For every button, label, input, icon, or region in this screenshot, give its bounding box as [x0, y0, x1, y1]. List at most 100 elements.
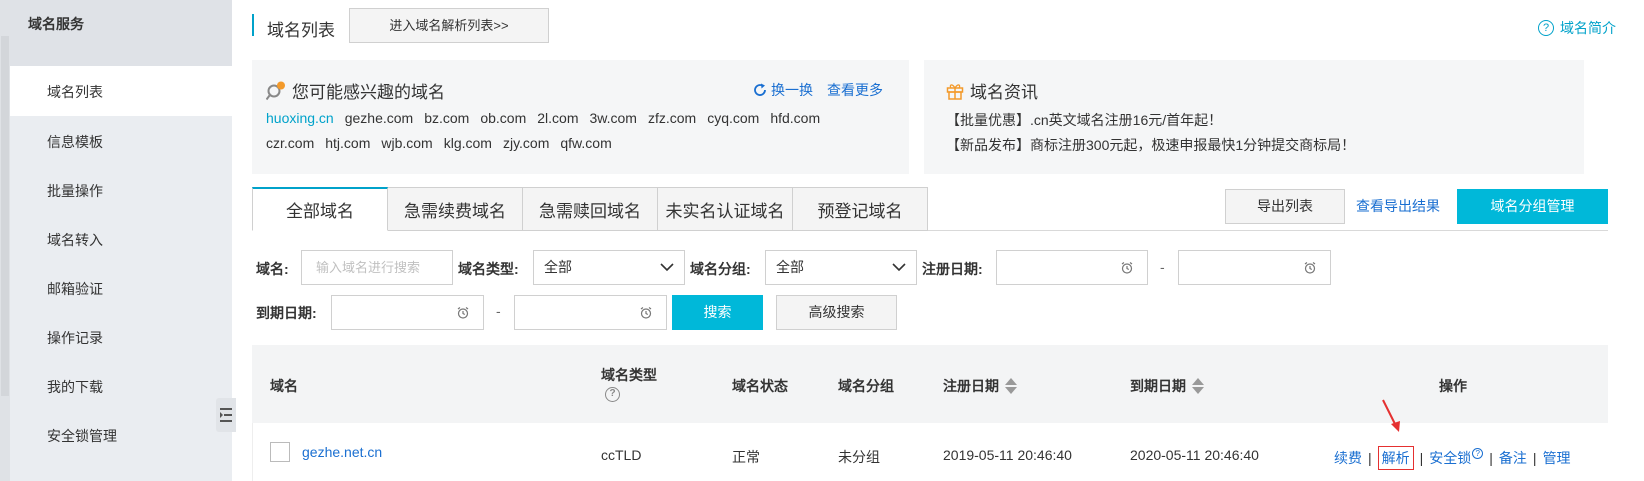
col-exp-date-label: 到期日期 — [1130, 378, 1186, 394]
page-title: 域名列表 — [267, 21, 335, 40]
sidebar: 域名服务 域名列表 信息模板 批量操作 域名转入 邮箱验证 操作记录 我的下载 … — [0, 0, 236, 481]
domain-filter-label: 域名: — [256, 261, 289, 277]
suggest-domain[interactable]: hfd.com — [770, 110, 820, 126]
news-item[interactable]: 【批量优惠】.cn英文域名注册16元/首年起！ — [946, 110, 1222, 130]
sidebar-item-email-verify[interactable]: 邮箱验证 — [10, 263, 232, 313]
sidebar-item-transfer-in[interactable]: 域名转入 — [10, 214, 232, 264]
sidebar-item-label: 操作记录 — [47, 330, 103, 346]
view-export-result-link[interactable]: 查看导出结果 — [1356, 196, 1440, 216]
domain-intro-link[interactable]: ? 域名简介 — [1538, 18, 1616, 38]
tab-preregistered[interactable]: 预登记域名 — [793, 187, 928, 231]
advanced-search-button[interactable]: 高级搜索 — [776, 295, 897, 330]
suggest-domain[interactable]: bz.com — [424, 110, 469, 126]
help-icon[interactable]: ? — [605, 387, 620, 402]
suggest-panel: 您可能感兴趣的域名 换一换 查看更多 huoxing.cn gezhe.com … — [252, 60, 909, 174]
group-select-value: 全部 — [776, 259, 804, 275]
sidebar-scrollbar[interactable] — [0, 0, 10, 481]
sidebar-item-label: 域名转入 — [47, 232, 103, 248]
sidebar-item-batch-ops[interactable]: 批量操作 — [10, 165, 232, 215]
suggest-domain[interactable]: cyq.com — [707, 110, 759, 126]
sidebar-item-label: 邮箱验证 — [47, 281, 103, 297]
reg-date-end[interactable] — [1178, 250, 1331, 285]
col-status: 域名状态 — [732, 378, 788, 394]
suggest-domain[interactable]: htj.com — [325, 135, 370, 151]
suggest-domain[interactable]: qfw.com — [560, 135, 611, 151]
suggest-domain[interactable]: huoxing.cn — [266, 110, 334, 126]
suggest-domain[interactable]: 2l.com — [537, 110, 578, 126]
sidebar-header: 域名服务 — [10, 0, 232, 66]
group-select[interactable]: 全部 — [765, 250, 917, 285]
suggest-domain[interactable]: klg.com — [444, 135, 492, 151]
sidebar-collapse-button[interactable] — [216, 398, 236, 432]
col-type: 域名类型 — [601, 367, 657, 383]
enter-dns-list-button[interactable]: 进入域名解析列表>> — [349, 8, 549, 43]
action-separator: | — [1419, 450, 1424, 466]
action-separator: | — [1532, 450, 1537, 466]
sidebar-item-downloads[interactable]: 我的下载 — [10, 361, 232, 411]
sidebar-item-info-template[interactable]: 信息模板 — [10, 116, 232, 166]
news-panel: 域名资讯 【批量优惠】.cn英文域名注册16元/首年起！ 【新品发布】商标注册3… — [924, 60, 1584, 174]
suggest-row-2: czr.com htj.com wjb.com klg.com zjy.com … — [266, 135, 612, 151]
suggest-domain[interactable]: zjy.com — [503, 135, 549, 151]
help-icon: ? — [1472, 448, 1484, 459]
search-button[interactable]: 搜索 — [672, 295, 763, 330]
title-accent-bar — [252, 14, 254, 36]
manage-link[interactable]: 管理 — [1543, 448, 1571, 468]
action-separator: | — [1368, 450, 1372, 466]
tab-renew-urgent[interactable]: 急需续费域名 — [388, 187, 523, 231]
renew-link[interactable]: 续费 — [1334, 448, 1362, 468]
news-title: 域名资讯 — [946, 78, 1038, 103]
sort-icon — [1192, 378, 1204, 394]
resolve-link[interactable]: 解析 — [1377, 446, 1414, 470]
suggest-domain[interactable]: ob.com — [480, 110, 526, 126]
news-item[interactable]: 【新品发布】商标注册300元起，极速申报最快1分钟提交商标局！ — [946, 135, 1355, 155]
chevron-down-icon — [660, 263, 674, 272]
suggest-domain[interactable]: gezhe.com — [345, 110, 413, 126]
clock-icon — [1121, 262, 1133, 274]
group-manage-button[interactable]: 域名分组管理 — [1457, 189, 1608, 224]
domain-search-input[interactable]: 输入域名进行搜索 — [301, 250, 453, 285]
sidebar-item-label: 我的下载 — [47, 379, 103, 395]
type-select-value: 全部 — [544, 259, 572, 275]
suggest-domain[interactable]: zfz.com — [648, 110, 696, 126]
news-title-text: 域名资讯 — [970, 83, 1038, 102]
date-range-dash: - — [496, 303, 501, 319]
gift-icon — [946, 83, 964, 100]
exp-date-start[interactable] — [331, 295, 484, 330]
chevron-down-icon — [892, 263, 906, 272]
row-reg-date: 2019-05-11 20:46:40 — [943, 447, 1072, 463]
row-checkbox[interactable] — [270, 442, 290, 462]
lock-link[interactable]: 安全锁? — [1429, 448, 1484, 468]
tab-unverified[interactable]: 未实名认证域名 — [658, 187, 793, 231]
note-link[interactable]: 备注 — [1499, 448, 1527, 468]
type-filter-label: 域名类型: — [458, 261, 519, 277]
sidebar-item-label: 信息模板 — [47, 134, 103, 150]
search-domain-icon — [266, 81, 285, 100]
help-icon: ? — [1538, 20, 1554, 36]
sidebar-scrollbar-thumb[interactable] — [1, 36, 9, 396]
col-reg-date[interactable]: 注册日期 — [943, 376, 1018, 396]
tab-redeem-urgent[interactable]: 急需赎回域名 — [523, 187, 658, 231]
col-exp-date[interactable]: 到期日期 — [1130, 376, 1205, 396]
lock-link-label: 安全锁 — [1429, 450, 1472, 466]
sidebar-item-lock-manage[interactable]: 安全锁管理 — [10, 410, 232, 460]
suggest-domain[interactable]: czr.com — [266, 135, 314, 151]
sidebar-item-op-log[interactable]: 操作记录 — [10, 312, 232, 362]
export-list-button[interactable]: 导出列表 — [1225, 189, 1345, 224]
suggest-title-text: 您可能感兴趣的域名 — [292, 83, 445, 102]
col-domain: 域名 — [270, 378, 298, 394]
sidebar-item-domain-list[interactable]: 域名列表 — [10, 66, 232, 116]
row-status: 正常 — [732, 449, 760, 465]
type-select[interactable]: 全部 — [533, 250, 685, 285]
reg-date-start[interactable] — [996, 250, 1148, 285]
refresh-link[interactable]: 换一换 — [753, 80, 813, 100]
row-actions: 续费 | 解析 | 安全锁? | 备注 | 管理 — [1334, 446, 1571, 470]
suggest-domain[interactable]: 3w.com — [589, 110, 636, 126]
refresh-icon — [754, 83, 766, 96]
suggest-domain[interactable]: wjb.com — [381, 135, 432, 151]
col-reg-date-label: 注册日期 — [943, 378, 999, 394]
exp-date-end[interactable] — [514, 295, 667, 330]
view-more-link[interactable]: 查看更多 — [827, 80, 883, 100]
tab-all-domains[interactable]: 全部域名 — [252, 187, 388, 231]
row-domain-link[interactable]: gezhe.net.cn — [302, 444, 382, 460]
